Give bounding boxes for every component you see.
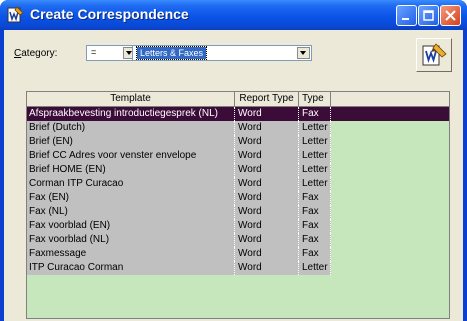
template-cell: Brief HOME (EN) [27, 163, 235, 177]
column-header-type[interactable]: Type [299, 92, 331, 107]
table-row[interactable]: Fax voorblad (EN) Word Fax [27, 219, 331, 233]
template-cell: Afspraakbevesting introductiegesprek (NL… [27, 107, 235, 121]
template-cell: ITP Curacao Corman [27, 261, 235, 275]
type-cell: Fax [299, 219, 331, 233]
category-select[interactable]: Letters & Faxes [132, 45, 312, 61]
close-icon [445, 10, 456, 21]
type-cell: Fax [299, 191, 331, 205]
report-type-cell: Word [235, 163, 299, 177]
template-cell: Fax voorblad (EN) [27, 219, 235, 233]
operator-select[interactable]: = [86, 45, 138, 61]
category-label: Category: [14, 48, 58, 59]
report-type-cell: Word [235, 135, 299, 149]
template-cell: Fax voorblad (NL) [27, 233, 235, 247]
type-cell: Letter [299, 149, 331, 163]
table-row[interactable]: Fax voorblad (NL) Word Fax [27, 233, 331, 247]
create-correspondence-window: Create Correspondence Category: = Letter… [0, 0, 467, 321]
type-cell: Letter [299, 135, 331, 149]
type-cell: Fax [299, 233, 331, 247]
maximize-icon [423, 10, 434, 21]
report-type-cell: Word [235, 149, 299, 163]
minimize-button[interactable] [396, 5, 417, 26]
report-type-cell: Word [235, 191, 299, 205]
template-cell: Brief CC Adres voor venster envelope [27, 149, 235, 163]
dialog-body: Category: = Letters & Faxes Template Rep… [4, 30, 463, 321]
report-type-cell: Word [235, 205, 299, 219]
template-grid[interactable]: Template Report Type Type Afspraakbevest… [26, 91, 450, 319]
template-cell: Corman ITP Curacao [27, 177, 235, 191]
word-doc-icon [7, 6, 24, 23]
table-row[interactable]: Fax (NL) Word Fax [27, 205, 331, 219]
create-document-button[interactable] [416, 38, 452, 72]
report-type-cell: Word [235, 247, 299, 261]
template-cell: Faxmessage [27, 247, 235, 261]
title-bar[interactable]: Create Correspondence [0, 0, 467, 30]
table-row[interactable]: Afspraakbevesting introductiegesprek (NL… [27, 107, 449, 121]
report-type-cell: Word [235, 233, 299, 247]
table-row[interactable]: Fax (EN) Word Fax [27, 191, 331, 205]
table-row[interactable]: Brief (Dutch) Word Letter [27, 121, 331, 135]
report-type-cell: Word [235, 177, 299, 191]
category-value: Letters & Faxes [135, 46, 208, 60]
operator-value: = [91, 47, 97, 57]
document-wizard-icon [422, 43, 447, 66]
minimize-icon [402, 18, 409, 20]
template-cell: Brief (Dutch) [27, 121, 235, 135]
type-cell: Letter [299, 121, 331, 135]
report-type-cell: Word [235, 121, 299, 135]
chevron-down-icon[interactable] [297, 47, 310, 59]
table-row[interactable]: Brief (EN) Word Letter [27, 135, 331, 149]
report-type-cell: Word [235, 219, 299, 233]
maximize-button[interactable] [418, 5, 439, 26]
report-type-cell: Word [235, 107, 299, 121]
type-cell: Fax [299, 205, 331, 219]
template-cell: Fax (EN) [27, 191, 235, 205]
type-cell: Fax [299, 107, 331, 121]
type-cell: Letter [299, 261, 331, 275]
window-title: Create Correspondence [30, 6, 189, 22]
template-cell: Fax (NL) [27, 205, 235, 219]
table-row[interactable]: Corman ITP Curacao Word Letter [27, 177, 331, 191]
type-cell: Fax [299, 247, 331, 261]
table-row[interactable]: Brief HOME (EN) Word Letter [27, 163, 331, 177]
report-type-cell: Word [235, 261, 299, 275]
close-button[interactable] [440, 5, 461, 26]
table-row[interactable]: Brief CC Adres voor venster envelope Word… [27, 149, 331, 163]
type-cell: Letter [299, 163, 331, 177]
template-cell: Brief (EN) [27, 135, 235, 149]
table-row[interactable]: ITP Curacao Corman Word Letter [27, 261, 331, 275]
column-header-template[interactable]: Template [27, 92, 235, 107]
column-header-report-type[interactable]: Report Type [235, 92, 299, 107]
table-row[interactable]: Faxmessage Word Fax [27, 247, 331, 261]
type-cell: Letter [299, 177, 331, 191]
column-header-filler [331, 92, 449, 107]
